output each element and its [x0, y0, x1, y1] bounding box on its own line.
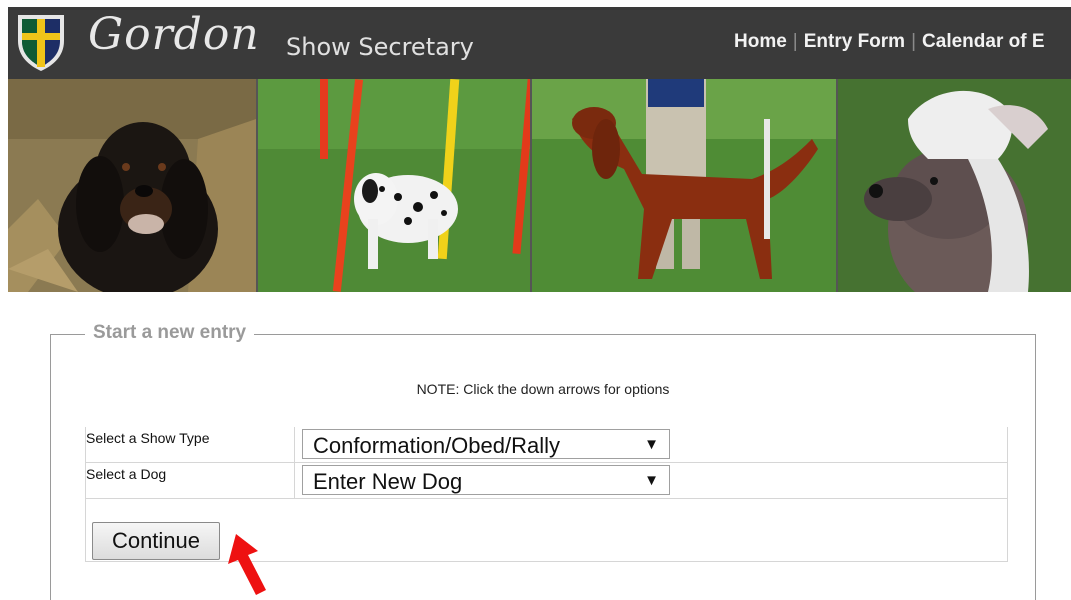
dropdown-arrow-icon[interactable]: ▼ [644, 472, 659, 489]
chinese-crested-photo [838, 79, 1071, 292]
irish-setter-photo [532, 79, 836, 292]
nav-link-calendar[interactable]: Calendar of E [922, 31, 1044, 52]
dog-selected-value: Enter New Dog [313, 469, 463, 494]
show-type-select[interactable]: Conformation/Obed/Rally ▼ [302, 429, 670, 459]
gordon-setter-photo [8, 79, 256, 292]
dalmatian-agility-photo [258, 79, 530, 292]
nav-link-home[interactable]: Home [734, 31, 787, 52]
nav-separator: | [792, 31, 798, 52]
dog-select[interactable]: Enter New Dog ▼ [302, 465, 670, 495]
photo-banner [8, 79, 1071, 292]
shield-logo-icon [18, 15, 64, 71]
arrow-shape [228, 534, 266, 595]
show-type-label: Select a Show Type [86, 430, 210, 446]
column-divider [294, 427, 295, 462]
continue-button[interactable]: Continue [92, 522, 220, 560]
new-entry-fieldset: Start a new entry NOTE: Click the down a… [50, 322, 1036, 600]
dog-label: Select a Dog [86, 466, 167, 482]
logo-subtitle: Show Secretary [286, 33, 474, 61]
column-divider [294, 463, 295, 498]
logo-script-text: Gordon [88, 9, 260, 60]
show-type-row: Select a Show Type Conformation/Obed/Ral… [86, 427, 1007, 463]
nav-separator: | [911, 31, 917, 52]
show-type-selected-value: Conformation/Obed/Rally [313, 433, 561, 458]
dog-row: Select a Dog Enter New Dog ▼ [86, 463, 1007, 499]
entry-form-box: Select a Show Type Conformation/Obed/Ral… [85, 427, 1008, 562]
top-nav: Home | Entry Form | Calendar of E [734, 31, 1045, 53]
options-note: NOTE: Click the down arrows for options [416, 381, 670, 397]
red-arrow-icon [228, 534, 266, 595]
fieldset-legend: Start a new entry [85, 322, 255, 344]
site-header: Gordon Show Secretary Home | Entry Form | Ca… [8, 7, 1071, 79]
dropdown-arrow-icon[interactable]: ▼ [644, 436, 659, 453]
nav-link-entry-form[interactable]: Entry Form [804, 31, 905, 52]
